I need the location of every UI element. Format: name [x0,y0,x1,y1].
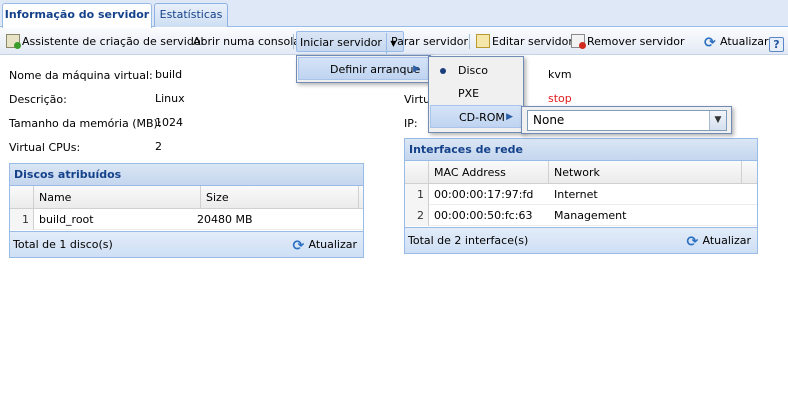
tab-strip: Informação do servidor Estatísticas [0,0,788,28]
row-number: 1 [405,184,429,205]
menu-item-set-boot[interactable]: Definir arranque ▶ [298,57,429,80]
column-header-network[interactable]: Network [549,161,742,184]
disk-size-cell: 20480 MB [197,213,253,226]
help-button[interactable]: ? [769,31,784,52]
nics-total-text: Total de 2 interface(s) [408,234,529,247]
open-console-button[interactable]: Abrir numa consola [193,31,300,52]
column-header-name[interactable]: Name [34,186,201,209]
chevron-right-icon: ▶ [506,112,513,122]
disks-panel: Discos atribuídos Name Size 1 build_root… [9,163,364,258]
remove-server-button[interactable]: Remover servidor [571,31,684,52]
vm-name-value: build [155,68,183,81]
nics-panel-title: Interfaces de rede [405,139,757,161]
create-server-wizard-button[interactable]: Assistente de criação de servidor [6,31,205,52]
disks-grid-header: Name Size [10,186,363,209]
virtualization-value: kvm [548,68,572,81]
virtualization-label: Virtu [404,93,431,106]
toolbar-separator [293,34,294,49]
row-number-header [10,186,34,209]
tab-server-info[interactable]: Informação do servidor [2,3,152,28]
description-value: Linux [155,92,185,105]
ip-label: IP: [404,117,418,130]
refresh-button[interactable]: ⟳ Atualizar [704,31,769,52]
network-interfaces-panel: Interfaces de rede MAC Address Network 1… [404,138,758,254]
chevron-right-icon: ▶ [413,64,420,74]
cdrom-submenu: None ▼ [521,106,732,134]
disk-name-cell: build_root [39,213,94,226]
virtual-cpus-value: 2 [155,140,162,153]
toolbar: Assistente de criação de servidor Abrir … [0,28,788,55]
wizard-icon [6,34,21,49]
cdrom-selected-value: None [533,113,565,127]
nics-refresh-button[interactable]: ⟳ Atualizar [686,228,751,255]
table-row[interactable]: 2 00:00:00:50:fc:63 Management [405,205,757,226]
cdrom-image-select[interactable]: None ▼ [527,110,727,131]
mac-address-cell: 00:00:00:50:fc:63 [434,209,533,222]
menu-item-cdrom[interactable]: CD-ROM ▶ [430,105,522,128]
nics-footer: Total de 2 interface(s) ⟳ Atualizar [405,227,757,253]
network-cell: Internet [554,188,598,201]
vm-name-label: Nome da máquina virtual: [9,69,153,82]
toolbar-separator [469,34,470,49]
status-value: stop [548,92,572,105]
tab-statistics[interactable]: Estatísticas [154,3,228,27]
disks-panel-title: Discos atribuídos [10,164,363,186]
menu-item-disk[interactable]: Disco [429,59,523,82]
refresh-icon: ⟳ [292,238,305,254]
column-header-mac[interactable]: MAC Address [429,161,549,184]
row-number-header [405,161,429,184]
chevron-down-icon[interactable]: ▼ [709,111,726,130]
disks-footer: Total de 1 disco(s) ⟳ Atualizar [10,231,363,257]
edit-server-button[interactable]: Editar servidor [476,31,573,52]
memory-size-value: 1024 [155,116,183,129]
start-server-button[interactable]: Iniciar servidor ▼ [296,31,404,54]
refresh-icon: ⟳ [704,35,716,51]
row-number: 2 [405,205,429,226]
refresh-icon: ⟳ [686,234,699,250]
edit-icon [476,34,490,48]
virtual-cpus-label: Virtual CPUs: [9,141,81,154]
nics-grid-header: MAC Address Network [405,161,757,184]
boot-device-submenu: Disco PXE CD-ROM ▶ [428,56,524,133]
mac-address-cell: 00:00:00:17:97:fd [434,188,534,201]
row-number: 1 [10,209,34,230]
start-server-menu: Definir arranque ▶ [296,55,431,83]
disks-refresh-button[interactable]: ⟳ Atualizar [292,232,357,259]
delete-icon [571,34,586,49]
column-header-size[interactable]: Size [201,186,359,209]
radio-selected-icon [440,68,446,74]
network-cell: Management [554,209,627,222]
help-icon: ? [769,37,784,52]
menu-item-pxe[interactable]: PXE [429,82,523,105]
disks-total-text: Total de 1 disco(s) [13,238,113,251]
table-row[interactable]: 1 00:00:00:17:97:fd Internet [405,184,757,205]
memory-size-label: Tamanho da memória (MB): [9,117,162,130]
description-label: Descrição: [9,93,67,106]
stop-server-button[interactable]: Parar servidor [391,31,468,52]
table-row[interactable]: 1 build_root 20480 MB [10,209,363,230]
